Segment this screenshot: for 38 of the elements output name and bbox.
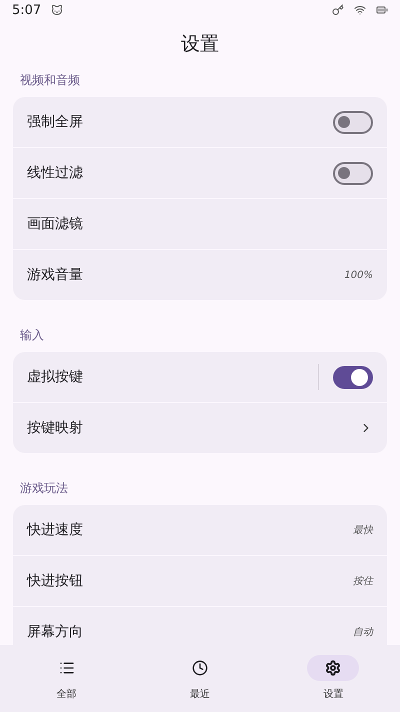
nav-tab[interactable]: 最近 bbox=[133, 645, 267, 712]
cat-icon bbox=[51, 4, 64, 16]
nav-tab[interactable]: 设置 bbox=[266, 645, 400, 712]
setting-value: 最快 bbox=[353, 524, 373, 537]
page-title: 设置 bbox=[180, 32, 220, 57]
settings-row[interactable]: 按键映射 bbox=[13, 402, 387, 453]
setting-value: 按住 bbox=[353, 574, 373, 588]
settings-row[interactable]: 虚拟按键 bbox=[13, 352, 387, 402]
settings-row[interactable]: 快进按钮 按住 bbox=[13, 555, 387, 606]
settings-row[interactable]: 强制全屏 bbox=[13, 97, 387, 147]
nav-tab[interactable]: 全部 bbox=[0, 645, 134, 712]
setting-label: 线性过滤 bbox=[27, 164, 84, 182]
section-header: 视频和音频 bbox=[19, 72, 81, 89]
settings-row[interactable]: 画面滤镜 bbox=[13, 198, 387, 249]
toggle-switch[interactable] bbox=[333, 162, 373, 184]
clock-icon bbox=[192, 660, 208, 676]
list-icon bbox=[58, 660, 75, 676]
setting-label: 画面滤镜 bbox=[27, 215, 84, 233]
settings-row[interactable]: 快进速度 最快 bbox=[13, 505, 387, 555]
battery-icon bbox=[376, 4, 388, 16]
settings-icon bbox=[325, 660, 342, 676]
section-header: 游戏玩法 bbox=[19, 480, 69, 497]
section-header: 输入 bbox=[19, 327, 45, 344]
setting-label: 强制全屏 bbox=[27, 113, 84, 131]
setting-label: 游戏音量 bbox=[27, 266, 84, 284]
setting-label: 屏幕方向 bbox=[27, 623, 84, 641]
setting-value: 自动 bbox=[353, 626, 373, 639]
status-time: 5:07 bbox=[12, 2, 42, 18]
setting-label: 快进按钮 bbox=[27, 572, 84, 590]
settings-row[interactable]: 线性过滤 bbox=[13, 147, 387, 198]
setting-label: 快进速度 bbox=[27, 521, 84, 539]
setting-value: 100% bbox=[344, 270, 373, 280]
setting-label: 按键映射 bbox=[27, 419, 84, 437]
key-icon bbox=[332, 4, 344, 16]
settings-row[interactable]: 游戏音量 100% bbox=[13, 249, 387, 300]
setting-label: 虚拟按键 bbox=[27, 368, 84, 386]
toggle-switch[interactable] bbox=[333, 366, 373, 388]
toggle-switch[interactable] bbox=[333, 110, 373, 134]
